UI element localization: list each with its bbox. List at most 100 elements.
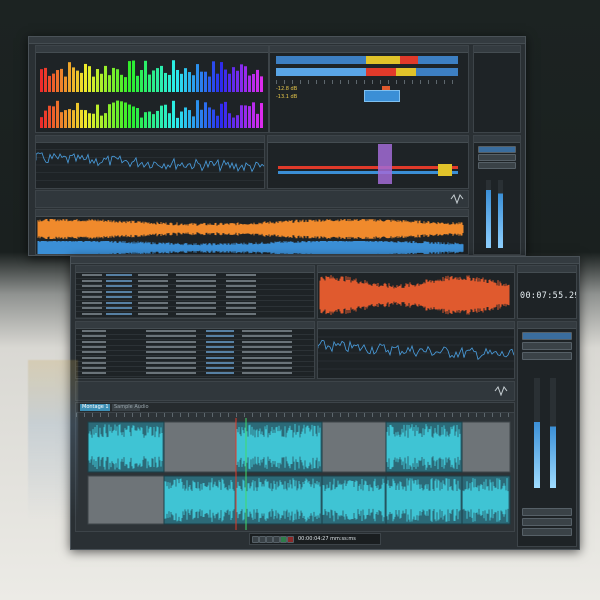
spectrum-bar bbox=[140, 117, 143, 128]
empty-clip-slot bbox=[87, 475, 165, 525]
waveform-editor bbox=[35, 209, 469, 255]
spectrum-bar bbox=[48, 75, 51, 92]
spectrum-bar bbox=[216, 73, 219, 92]
loudness-graph-2 bbox=[318, 329, 514, 370]
preset-button[interactable] bbox=[478, 146, 516, 153]
back-toolbar bbox=[35, 190, 469, 208]
spectrum-bar bbox=[140, 70, 143, 92]
forward-button[interactable] bbox=[273, 536, 280, 543]
back-window: -12.8 dB -13.1 dB bbox=[28, 36, 526, 256]
spectrum-bar bbox=[168, 113, 171, 128]
spectrum-bar bbox=[148, 74, 151, 92]
spectrum-bar bbox=[240, 105, 243, 128]
spectrum-bar bbox=[84, 110, 87, 128]
spectrum-bar bbox=[108, 75, 111, 92]
front-meter-right bbox=[550, 378, 556, 488]
spectrum-bar bbox=[244, 105, 247, 128]
spectrum-bar bbox=[216, 115, 219, 128]
option-button[interactable] bbox=[478, 162, 516, 169]
spectrum-bar bbox=[144, 112, 147, 128]
spectrum-bar bbox=[248, 75, 251, 92]
spectrum-bar bbox=[100, 73, 103, 92]
spectrum-bar bbox=[100, 115, 103, 128]
control-column bbox=[473, 135, 521, 255]
stop-button[interactable] bbox=[259, 536, 266, 543]
waveform-logo-icon bbox=[450, 194, 464, 204]
spectrum-bar bbox=[224, 69, 227, 92]
tree-list bbox=[76, 329, 314, 378]
output-button[interactable] bbox=[522, 528, 572, 536]
spectrum-bar bbox=[228, 73, 231, 92]
clock-panel: 00:07:55.290 bbox=[517, 265, 577, 319]
reflection bbox=[28, 360, 78, 520]
preview-waveform bbox=[319, 275, 510, 315]
spectrum-bar bbox=[256, 69, 259, 92]
empty-clip-slot bbox=[321, 421, 387, 473]
waveform-track-blue bbox=[37, 241, 464, 254]
loudness-graph bbox=[36, 142, 264, 181]
spectrum-bar bbox=[60, 112, 63, 128]
rewind-button[interactable] bbox=[252, 536, 259, 543]
spectrum-bar bbox=[228, 113, 231, 128]
spectrum-bar bbox=[180, 111, 183, 128]
spectrum-bar bbox=[124, 102, 127, 128]
spectrum-bar bbox=[112, 102, 115, 128]
file-row[interactable] bbox=[76, 312, 314, 318]
file-list bbox=[76, 273, 314, 318]
spectrum-bar bbox=[252, 73, 255, 92]
spectrum-bars bbox=[40, 60, 263, 128]
spectrum-bar bbox=[256, 113, 259, 128]
spectrum-bar bbox=[204, 71, 207, 92]
montage-tab[interactable]: Montage 1 bbox=[80, 404, 110, 411]
spectrum-bar bbox=[260, 103, 263, 128]
spectrum-bar bbox=[52, 73, 55, 92]
spectrum-bar bbox=[44, 110, 47, 128]
spectrum-bar bbox=[128, 104, 131, 128]
clip-tab[interactable]: Sample Audio bbox=[112, 404, 149, 411]
spectrum-bar bbox=[260, 76, 263, 92]
spectrum-bar bbox=[156, 68, 159, 92]
side-panel-top bbox=[473, 45, 521, 133]
front-preset-button[interactable] bbox=[522, 332, 572, 340]
spectrum-bar bbox=[64, 76, 67, 92]
level-readout-left: -12.8 dB bbox=[276, 86, 298, 92]
spectrum-bar bbox=[84, 63, 87, 92]
meter-peak-marker bbox=[364, 90, 400, 102]
spectrum-bar bbox=[88, 113, 91, 128]
spectrum-bar bbox=[236, 70, 239, 92]
tree-panel bbox=[75, 321, 315, 379]
spectrum-bar bbox=[76, 70, 79, 92]
spectrum-bar bbox=[152, 70, 155, 92]
spectrum-bar bbox=[72, 67, 75, 92]
spectrum-bar bbox=[56, 100, 59, 128]
play-button[interactable] bbox=[266, 536, 273, 543]
spectrum-bar bbox=[244, 66, 247, 92]
render-button[interactable] bbox=[522, 518, 572, 526]
spectrum-bar bbox=[80, 109, 83, 128]
loop-button[interactable] bbox=[280, 536, 287, 543]
spectrum-bar bbox=[156, 110, 159, 128]
spectrum-bar bbox=[116, 100, 119, 128]
master-section-button[interactable] bbox=[522, 508, 572, 516]
spectrum-bar bbox=[180, 73, 183, 92]
front-option-button[interactable] bbox=[522, 352, 572, 360]
spectrum-bar bbox=[56, 70, 59, 92]
record-button[interactable] bbox=[287, 536, 294, 543]
spectrum-bar bbox=[252, 102, 255, 128]
spectrum-bar bbox=[132, 60, 135, 92]
spectrum-bar bbox=[220, 62, 223, 92]
spectrum-panel bbox=[35, 45, 269, 133]
spectrum-bar bbox=[104, 113, 107, 128]
spectrum-bar bbox=[128, 61, 131, 92]
front-mode-button[interactable] bbox=[522, 342, 572, 350]
spectrum-bar bbox=[200, 109, 203, 128]
tree-row[interactable] bbox=[76, 371, 314, 378]
spectrum-bar bbox=[60, 68, 63, 92]
empty-clip-slot bbox=[461, 421, 511, 473]
spectrum-bar bbox=[144, 60, 147, 92]
spectrum-bar bbox=[120, 101, 123, 128]
transport-position: 00:00:04:27 mm:ss:ms bbox=[298, 536, 356, 542]
spectrum-bar bbox=[232, 67, 235, 92]
spectrum-bar bbox=[88, 66, 91, 92]
mode-button[interactable] bbox=[478, 154, 516, 161]
